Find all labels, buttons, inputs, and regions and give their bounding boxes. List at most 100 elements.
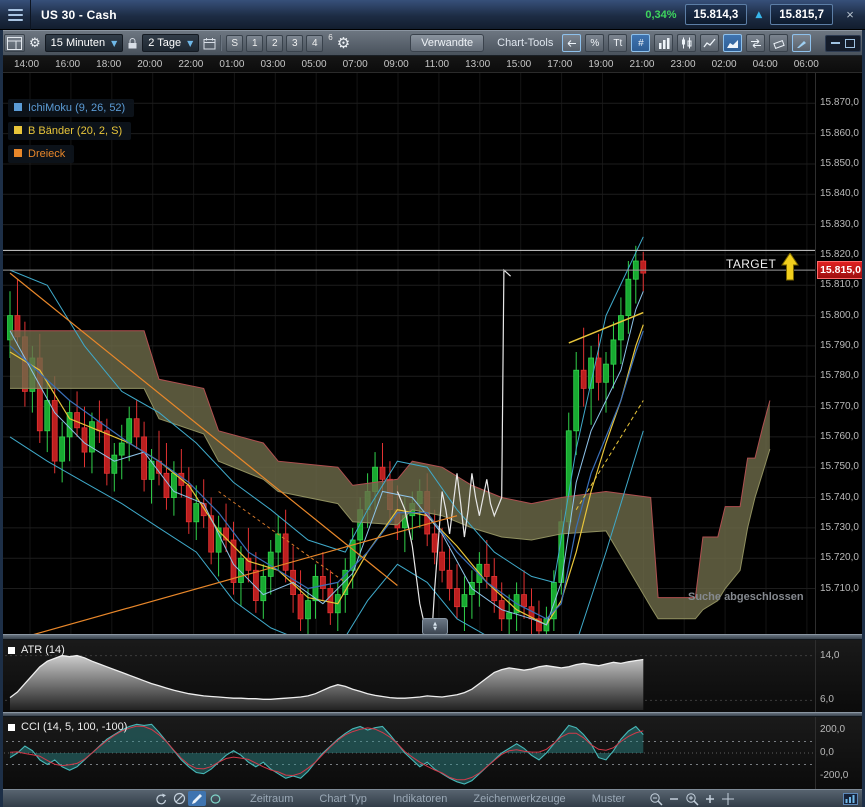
change-percent: 0,34% — [645, 8, 677, 21]
time-axis[interactable]: 14:00 16:00 18:00 20:00 22:00 01:00 03:00 05:00… — [0, 56, 865, 73]
timeframe-select[interactable]: 15 Minuten ▼ — [44, 34, 124, 52]
bottom-button-chart-typ[interactable]: Chart Typ — [319, 793, 367, 805]
panel-splitter-handle[interactable]: ▲ ▼ — [422, 618, 448, 634]
cci-panel: CCI (14, 5, 100, -100) 200,0 0,0 -200,0 — [0, 717, 865, 789]
crosshair-icon — [722, 792, 735, 805]
target-annotation[interactable]: TARGET — [726, 257, 776, 271]
compare-arrows-icon — [750, 38, 761, 48]
minus-icon — [670, 797, 679, 800]
chart-tools-label: Chart-Tools — [497, 37, 554, 49]
price-tick-label: 15.760,0 — [820, 430, 859, 442]
no-entry-icon — [173, 792, 185, 805]
timeframe-value: 15 Minuten — [50, 37, 106, 49]
grid-tool-button[interactable]: # — [631, 34, 651, 52]
minimize-icon[interactable] — [831, 42, 840, 44]
bottom-button-indikatoren[interactable]: Indikatoren — [393, 793, 447, 805]
back-arrow-icon — [568, 39, 577, 47]
instrument-title: US 30 - Cash — [41, 7, 117, 22]
menu-button[interactable] — [0, 0, 31, 30]
candlestick-button[interactable] — [677, 34, 697, 52]
area-chart-button[interactable] — [723, 34, 743, 52]
price-up-arrow-icon: ▲ — [755, 9, 763, 20]
atr-label[interactable]: ATR (14) — [8, 644, 65, 656]
compare-button[interactable] — [746, 34, 766, 52]
buy-price-button[interactable]: 15.815,7 — [770, 4, 833, 25]
undo-icon — [155, 793, 166, 804]
cci-axis: 200,0 0,0 -200,0 — [815, 717, 865, 789]
close-button[interactable]: × — [841, 7, 859, 22]
annotation-back-button[interactable] — [562, 34, 582, 52]
time-label: 13:00 — [465, 58, 491, 70]
time-label: 19:00 — [588, 58, 614, 70]
chart-panel-button[interactable] — [841, 791, 859, 806]
bottom-button-zeitraum[interactable]: Zeitraum — [250, 793, 293, 805]
layout-button[interactable] — [4, 34, 25, 52]
time-label: 20:00 — [137, 58, 163, 70]
pencil-icon — [192, 793, 202, 804]
restore-icon[interactable] — [845, 38, 855, 48]
text-tool-button[interactable]: Tt — [608, 34, 628, 52]
time-label: 18:00 — [96, 58, 122, 70]
settings-gear-icon[interactable]: ⚙ — [29, 37, 41, 50]
chevron-down-icon: ▼ — [111, 38, 118, 48]
candlestick-icon — [682, 37, 692, 49]
chart-toolbar: ⚙ 15 Minuten ▼ 2 Tage ▼ S1234 6 ⚙ Verwan… — [0, 30, 865, 56]
pencil-tool-button[interactable] — [188, 791, 206, 806]
price-tick-label: 15.820,0 — [820, 248, 859, 260]
legend-label: IchiMoku (9, 26, 52) — [28, 102, 126, 114]
line-chart-button[interactable] — [700, 34, 720, 52]
period-button-3[interactable]: 3 — [286, 34, 304, 52]
layout-icon — [7, 36, 22, 50]
period-button-s[interactable]: S — [226, 34, 244, 52]
range-select[interactable]: 2 Tage ▼ — [142, 34, 200, 52]
main-chart[interactable]: IchiMoku (9, 26, 52) B Bänder (20, 2, S) D… — [0, 73, 815, 634]
calendar-button[interactable] — [203, 37, 216, 50]
time-label: 15:00 — [506, 58, 532, 70]
time-label: 06:00 — [793, 58, 819, 70]
bottom-button-zeichenwerkzeuge[interactable]: Zeichenwerkzeuge — [473, 793, 565, 805]
crosshair-button[interactable] — [719, 791, 737, 806]
zoom-in-button[interactable] — [683, 791, 701, 806]
time-label: 11:00 — [424, 58, 450, 70]
legend-item-bbaender[interactable]: B Bänder (20, 2, S) — [8, 122, 132, 140]
legend-item-dreieck[interactable]: Dreieck — [8, 145, 75, 163]
cycle-button[interactable] — [206, 791, 224, 806]
trading-platform-window: US 30 - Cash 0,34% 15.814,3 ▲ 15.815,7 ×… — [0, 0, 865, 807]
undo-button[interactable] — [152, 791, 170, 806]
lock-button[interactable] — [127, 37, 138, 50]
zoom-out-icon — [650, 792, 663, 806]
area-chart-icon — [727, 39, 739, 48]
bottom-button-muster[interactable]: Muster — [592, 793, 626, 805]
price-axis[interactable]: 15.815,0 15.870,0 15.860,0 15.850,0 15.840,… — [815, 73, 865, 634]
percent-tool-button[interactable]: % — [585, 34, 605, 52]
time-label: 05:00 — [301, 58, 327, 70]
indicator-swatch — [8, 646, 15, 654]
eraser-icon — [773, 39, 785, 49]
line-chart-icon — [703, 38, 716, 47]
search-status-text: Suche abgeschlossen — [688, 591, 804, 603]
brush-button[interactable] — [792, 34, 812, 52]
legend-swatch — [14, 149, 22, 157]
eraser-button[interactable] — [769, 34, 789, 52]
atr-plot[interactable] — [0, 640, 815, 712]
zoom-in-icon — [686, 792, 699, 806]
cci-label[interactable]: CCI (14, 5, 100, -100) — [8, 721, 127, 733]
decrease-button[interactable] — [665, 791, 683, 806]
related-button[interactable]: Verwandte — [410, 34, 485, 52]
bottom-tab-group: Zeitraum Chart Typ Indikatoren Zeichenwerkz… — [224, 793, 625, 805]
legend-item-ichimoku[interactable]: IchiMoku (9, 26, 52) — [8, 99, 135, 117]
period-button-1[interactable]: 1 — [246, 34, 264, 52]
bar-chart-button[interactable] — [654, 34, 674, 52]
increase-button[interactable] — [701, 791, 719, 806]
atr-axis-label: 6,0 — [820, 694, 834, 706]
zoom-out-button[interactable] — [647, 791, 665, 806]
cci-axis-label: -200,0 — [820, 770, 849, 781]
period-button-4[interactable]: 4 — [306, 34, 324, 52]
mini-chart-icon — [842, 792, 858, 805]
disable-drawing-button[interactable] — [170, 791, 188, 806]
period-button-2[interactable]: 2 — [266, 34, 284, 52]
chart-settings-gear-icon[interactable]: ⚙ — [337, 35, 350, 51]
sell-price-button[interactable]: 15.814,3 — [684, 4, 748, 25]
price-tick-label: 15.780,0 — [820, 370, 859, 382]
chevron-down-icon: ▼ — [187, 38, 194, 48]
